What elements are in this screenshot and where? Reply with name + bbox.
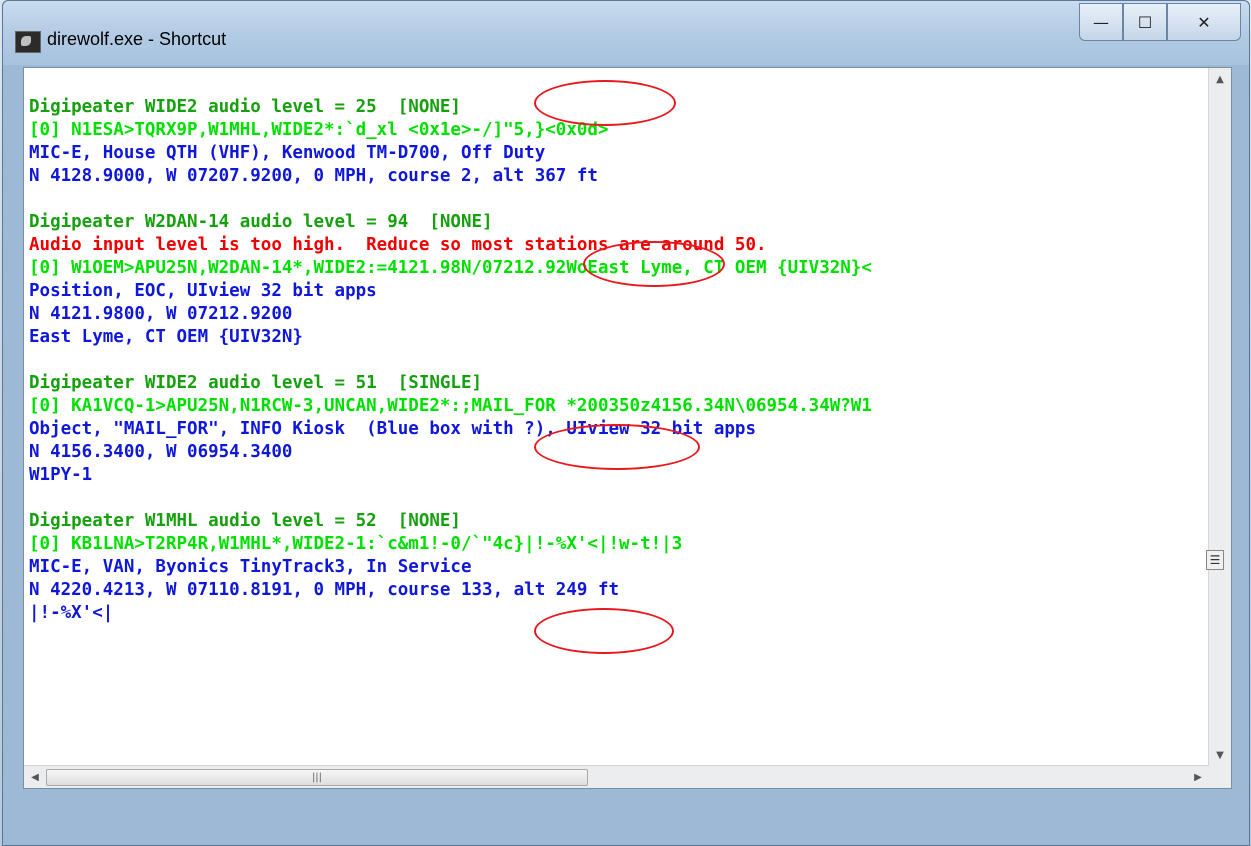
window-title: direwolf.exe - Shortcut (47, 29, 227, 49)
console-output[interactable]: Digipeater WIDE2 audio level = 25 [NONE]… (23, 67, 1232, 789)
scroll-down-icon[interactable]: ▼ (1209, 744, 1231, 766)
console-line: Digipeater W2DAN-14 audio level = 94 [NO… (29, 212, 493, 232)
console-window: direwolf.exe - Shortcut — ☐ ✕ Digipeater… (2, 0, 1250, 846)
annotation-circle (534, 424, 700, 470)
console-lines: Digipeater WIDE2 audio level = 25 [NONE]… (29, 96, 1206, 625)
vertical-scrollbar[interactable]: ▲ ▼ (1208, 68, 1231, 766)
console-line: MIC-E, House QTH (VHF), Kenwood TM-D700,… (29, 143, 546, 163)
direwolf-app-icon[interactable] (15, 31, 41, 53)
minimize-icon: — (1093, 12, 1109, 32)
scroll-left-icon[interactable]: ◀ (24, 766, 46, 788)
annotation-circle (583, 241, 725, 287)
console-line: MIC-E, VAN, Byonics TinyTrack3, In Servi… (29, 557, 472, 577)
annotation-circle (534, 80, 676, 126)
close-button[interactable]: ✕ (1167, 3, 1241, 41)
scroll-right-icon[interactable]: ▶ (1187, 766, 1209, 788)
selection-icon[interactable]: ☰ (1206, 550, 1224, 570)
minimize-button[interactable]: — (1079, 3, 1123, 41)
horizontal-scroll-thumb[interactable]: ||| (46, 769, 588, 786)
console-line: [0] KB1LNA>T2RP4R,W1MHL*,WIDE2-1:`c&m1!-… (29, 534, 683, 554)
close-icon: ✕ (1197, 12, 1211, 32)
console-line: N 4128.9000, W 07207.9200, 0 MPH, course… (29, 166, 598, 186)
maximize-button[interactable]: ☐ (1123, 3, 1167, 41)
console-line: N 4121.9800, W 07212.9200 (29, 304, 293, 324)
console-line: N 4220.4213, W 07110.8191, 0 MPH, course… (29, 580, 620, 600)
resize-grip-icon[interactable] (1209, 766, 1231, 788)
annotation-circle (534, 608, 674, 654)
maximize-icon: ☐ (1137, 12, 1153, 32)
console-line: Digipeater WIDE2 audio level = 51 [SINGL… (29, 373, 483, 393)
horizontal-scrollbar[interactable]: ◀ ||| ▶ (24, 765, 1209, 788)
console-line: [0] KA1VCQ-1>APU25N,N1RCW-3,UNCAN,WIDE2*… (29, 396, 872, 416)
console-line: East Lyme, CT OEM {UIV32N} (29, 327, 303, 347)
thumb-grip-icon: ||| (311, 772, 323, 783)
window-controls: — ☐ ✕ (1079, 3, 1241, 41)
scroll-up-icon[interactable]: ▲ (1209, 68, 1231, 90)
console-line: Digipeater W1MHL audio level = 52 [NONE] (29, 511, 461, 531)
title-bar[interactable]: direwolf.exe - Shortcut — ☐ ✕ (3, 1, 1249, 65)
